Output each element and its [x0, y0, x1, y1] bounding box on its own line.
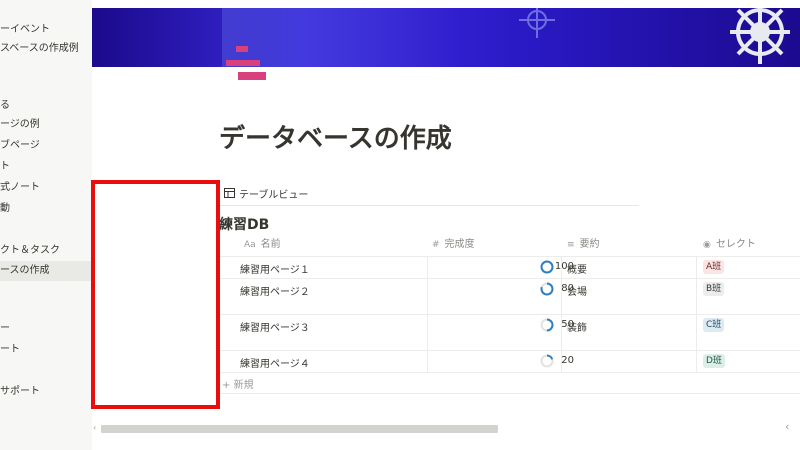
sidebar: ーイベント スベースの作成例るージの例 ブページト式ノート動クト＆タスク ースの作成ー… [0, 0, 92, 450]
cell-name[interactable]: 練習用ページ４ [240, 355, 310, 370]
tab-table-view[interactable]: テーブルビュー [224, 184, 308, 202]
select-tag[interactable]: A班 [703, 260, 725, 274]
ship-wheel-graphic [730, 8, 790, 64]
text-lines-icon: ≡ [567, 240, 575, 250]
sidebar-item[interactable]: クト＆タスク [0, 241, 92, 261]
page-title[interactable]: データベースの作成 [219, 118, 452, 155]
column-header-label: 要約 [579, 239, 600, 250]
sidebar-item[interactable]: ブページ [0, 136, 92, 156]
sidebar-item[interactable]: ージの例 [0, 115, 92, 135]
sidebar-item[interactable]: ト [0, 157, 92, 177]
table-row[interactable]: 練習用ページ１ 100 概要 A班 [219, 256, 800, 278]
cell-name[interactable]: 練習用ページ３ [240, 319, 310, 334]
sidebar-item[interactable]: ート [0, 340, 92, 360]
sidebar-item[interactable]: サポート [0, 382, 92, 402]
cover-image[interactable] [92, 8, 800, 67]
column-header-name[interactable]: Aa 名前 [244, 235, 281, 255]
tab-label: テーブルビュー [239, 189, 309, 201]
progress-ring-icon [540, 318, 554, 332]
sidebar-item[interactable]: 動 [0, 199, 92, 219]
database-title[interactable]: 練習DB [219, 214, 269, 234]
select-tag[interactable]: B班 [703, 282, 725, 296]
sidebar-item[interactable]: ーイベント [0, 20, 92, 40]
table-row[interactable]: 練習用ページ３ 50 装飾 C班 [219, 314, 800, 350]
divider [219, 372, 800, 373]
select-tag[interactable]: D班 [703, 354, 725, 368]
page-icon[interactable] [224, 46, 270, 86]
cell-summary[interactable]: 装飾 [567, 319, 587, 334]
sidebar-item[interactable]: ー [0, 319, 92, 339]
sidebar-item[interactable]: る [0, 96, 92, 116]
progress-ring-icon [540, 282, 554, 296]
sidebar-item[interactable]: ースの作成 [0, 261, 92, 281]
horizontal-scrollbar[interactable] [101, 425, 498, 433]
cell-summary[interactable]: 会場 [567, 283, 587, 298]
add-row-label: 新規 [233, 380, 254, 391]
plus-icon: + [222, 380, 231, 391]
ship-wheel-graphic [519, 8, 555, 38]
table-row[interactable]: 練習用ページ２ 80 会場 B班 [219, 278, 800, 314]
cell-summary[interactable]: 概要 [567, 261, 587, 276]
scroll-right-arrow-icon[interactable]: ‹ [785, 420, 789, 433]
scroll-left-arrow-icon[interactable]: ‹ [93, 423, 96, 432]
progress-ring-icon [540, 260, 554, 274]
divider [219, 393, 800, 394]
select-property-icon: ◉ [703, 240, 711, 250]
cell-name[interactable]: 練習用ページ２ [240, 283, 310, 298]
sidebar-item[interactable]: スベースの作成例 [0, 39, 92, 59]
select-tag[interactable]: C班 [703, 318, 725, 332]
add-row-button[interactable]: + 新規 [222, 376, 254, 391]
column-header-summary[interactable]: ≡ 要約 [567, 235, 600, 255]
column-header-label: 名前 [260, 239, 281, 250]
text-property-icon: Aa [244, 240, 256, 250]
highlight-box [91, 180, 220, 409]
progress-ring-icon [540, 354, 554, 368]
divider [219, 205, 639, 206]
column-header-label: 完成度 [444, 239, 475, 250]
table-icon [224, 188, 235, 198]
column-header-label: セレクト [715, 239, 756, 250]
sidebar-item[interactable]: 式ノート [0, 178, 92, 198]
column-header-select[interactable]: ◉ セレクト [703, 235, 756, 255]
column-header-progress[interactable]: # 完成度 [432, 235, 475, 255]
cell-name[interactable]: 練習用ページ１ [240, 261, 310, 276]
number-property-icon: # [432, 240, 440, 250]
table-row[interactable]: 練習用ページ４ 20 D班 [219, 350, 800, 372]
